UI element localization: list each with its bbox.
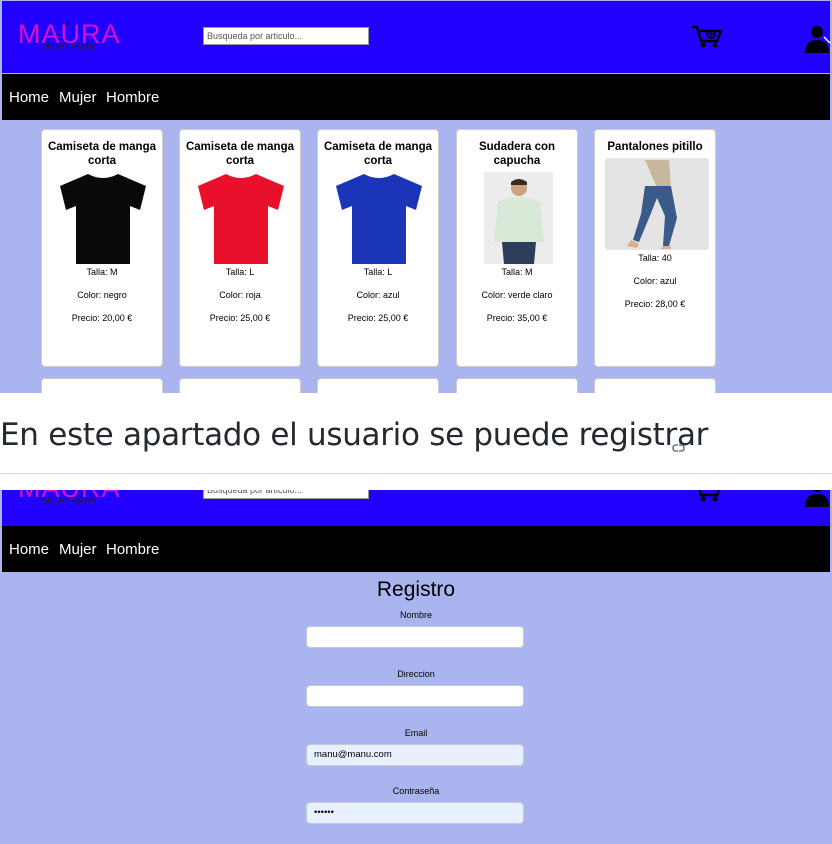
nav-hombre[interactable]: Hombre	[106, 89, 159, 106]
product-card[interactable]: Camiseta de manga corta Talla: L Color: …	[179, 129, 301, 367]
product-color: Color: roja	[219, 290, 261, 300]
product-color: Color: azul	[356, 290, 400, 300]
tshirt-image	[336, 174, 422, 264]
site-header: MAURA ♪ SPORT WEAR	[2, 1, 832, 73]
product-title: Camiseta de manga corta	[47, 141, 156, 167]
site-header: MAURA SPORT WEAR	[2, 490, 830, 527]
field-label-password: Contraseña	[392, 786, 440, 796]
product-title: Pantalones pitillo	[607, 141, 703, 153]
link-icon[interactable]	[672, 442, 688, 454]
product-size: Talla: M	[501, 267, 533, 277]
nav-hombre[interactable]: Hombre	[106, 541, 159, 558]
register-screenshot: MAURA SPORT WEAR Home Mujer Hombre Regis…	[0, 490, 832, 844]
product-title: Sudadera con capucha	[478, 141, 556, 167]
search-input[interactable]	[203, 27, 369, 45]
search-input[interactable]	[203, 490, 369, 499]
logo-mark-icon: ♪	[65, 17, 70, 27]
user-icon[interactable]	[802, 23, 832, 53]
password-input[interactable]: ••••••	[306, 802, 524, 824]
product-size: Talla: M	[86, 267, 118, 277]
product-list-screenshot: MAURA ♪ SPORT WEAR Home Mujer Hombre Cam…	[0, 0, 832, 393]
user-icon[interactable]	[802, 490, 832, 507]
main-nav: Home Mujer Hombre	[2, 526, 830, 572]
product-card[interactable]: Camiseta de manga corta Talla: L Color: …	[317, 129, 439, 367]
product-price: Precio: 25,00 €	[209, 313, 271, 323]
nav-home[interactable]: Home	[9, 89, 49, 106]
tshirt-image	[60, 174, 146, 264]
divider	[0, 473, 832, 474]
product-price: Precio: 25,00 €	[347, 313, 409, 323]
main-nav: Home Mujer Hombre	[2, 74, 830, 120]
direccion-input[interactable]	[306, 685, 524, 707]
product-size: Talla: 40	[638, 253, 672, 263]
product-price: Precio: 20,00 €	[71, 313, 133, 323]
field-label-nombre: Nombre	[399, 610, 432, 620]
caption-heading: En este apartado el usuario se puede reg…	[0, 417, 709, 453]
product-card[interactable]	[317, 378, 439, 393]
product-size: Talla: L	[363, 267, 393, 277]
nav-home[interactable]: Home	[9, 541, 49, 558]
product-card[interactable]	[41, 378, 163, 393]
product-size: Talla: L	[225, 267, 255, 277]
jeans-photo	[605, 158, 709, 250]
field-label-email: Email	[404, 728, 428, 738]
register-title: Registro	[376, 578, 456, 601]
cart-icon[interactable]	[691, 490, 723, 503]
cart-icon[interactable]	[691, 23, 723, 49]
product-price: Precio: 28,00 €	[624, 299, 686, 309]
tshirt-image	[198, 174, 284, 264]
nombre-input[interactable]	[306, 626, 524, 648]
nav-mujer[interactable]: Mujer	[59, 541, 97, 558]
product-price: Precio: 35,00 €	[486, 313, 548, 323]
product-card[interactable]: Pantalones pitillo Talla: 40 Color: azul…	[594, 129, 716, 367]
field-label-direccion: Direccion	[397, 669, 435, 679]
product-card[interactable]: Sudadera con capucha Talla: M Color: ver…	[456, 129, 578, 367]
email-input[interactable]: manu@manu.com	[306, 744, 524, 766]
product-title: Camiseta de manga corta	[323, 141, 432, 167]
product-card[interactable]	[594, 378, 716, 393]
product-color: Color: verde claro	[481, 290, 553, 300]
product-card[interactable]	[179, 378, 301, 393]
brand-logo-sub: SPORT WEAR	[42, 496, 96, 505]
brand-logo-sub: SPORT WEAR	[42, 42, 96, 51]
hoodie-photo	[484, 172, 553, 264]
product-card[interactable]: Camiseta de manga corta Talla: M Color: …	[41, 129, 163, 367]
product-title: Camiseta de manga corta	[185, 141, 294, 167]
product-color: Color: negro	[77, 290, 127, 300]
section-caption: En este apartado el usuario se puede reg…	[0, 393, 832, 490]
product-color: Color: azul	[633, 276, 677, 286]
product-card[interactable]	[456, 378, 578, 393]
nav-mujer[interactable]: Mujer	[59, 89, 97, 106]
